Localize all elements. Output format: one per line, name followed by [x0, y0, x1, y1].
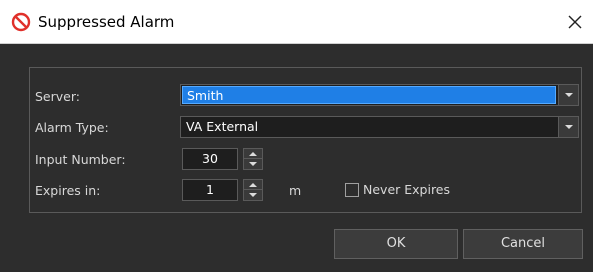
window-title: Suppressed Alarm: [38, 13, 175, 31]
prohibited-icon: [11, 12, 31, 32]
decrement-icon[interactable]: [244, 159, 262, 169]
expires-in-field[interactable]: 1: [182, 179, 238, 201]
alarm-settings-group: Server: Smith Alarm Type: VA External In…: [29, 67, 582, 213]
increment-icon[interactable]: [244, 180, 262, 190]
input-number-field[interactable]: 30: [182, 148, 238, 170]
chevron-down-icon[interactable]: [558, 117, 578, 137]
ok-button[interactable]: OK: [334, 229, 458, 259]
input-number-label: Input Number:: [35, 152, 126, 167]
never-expires-checkbox[interactable]: [345, 183, 359, 197]
server-label: Server:: [35, 89, 80, 104]
alarm-type-dropdown[interactable]: VA External: [180, 116, 579, 138]
increment-icon[interactable]: [244, 149, 262, 159]
alarm-type-label: Alarm Type:: [35, 120, 109, 135]
alarm-type-value: VA External: [186, 119, 259, 134]
never-expires-label[interactable]: Never Expires: [363, 182, 450, 198]
expires-in-stepper[interactable]: [243, 179, 263, 201]
server-dropdown[interactable]: Smith: [180, 84, 579, 106]
server-value: Smith: [182, 86, 556, 104]
cancel-button[interactable]: Cancel: [463, 229, 583, 259]
input-number-stepper[interactable]: [243, 148, 263, 170]
close-icon[interactable]: [563, 10, 587, 34]
expires-in-label: Expires in:: [35, 183, 101, 198]
chevron-down-icon[interactable]: [558, 85, 578, 105]
expires-unit: m: [289, 183, 302, 198]
dialog-body: Server: Smith Alarm Type: VA External In…: [0, 44, 593, 272]
title-bar: Suppressed Alarm: [0, 0, 593, 44]
decrement-icon[interactable]: [244, 190, 262, 200]
